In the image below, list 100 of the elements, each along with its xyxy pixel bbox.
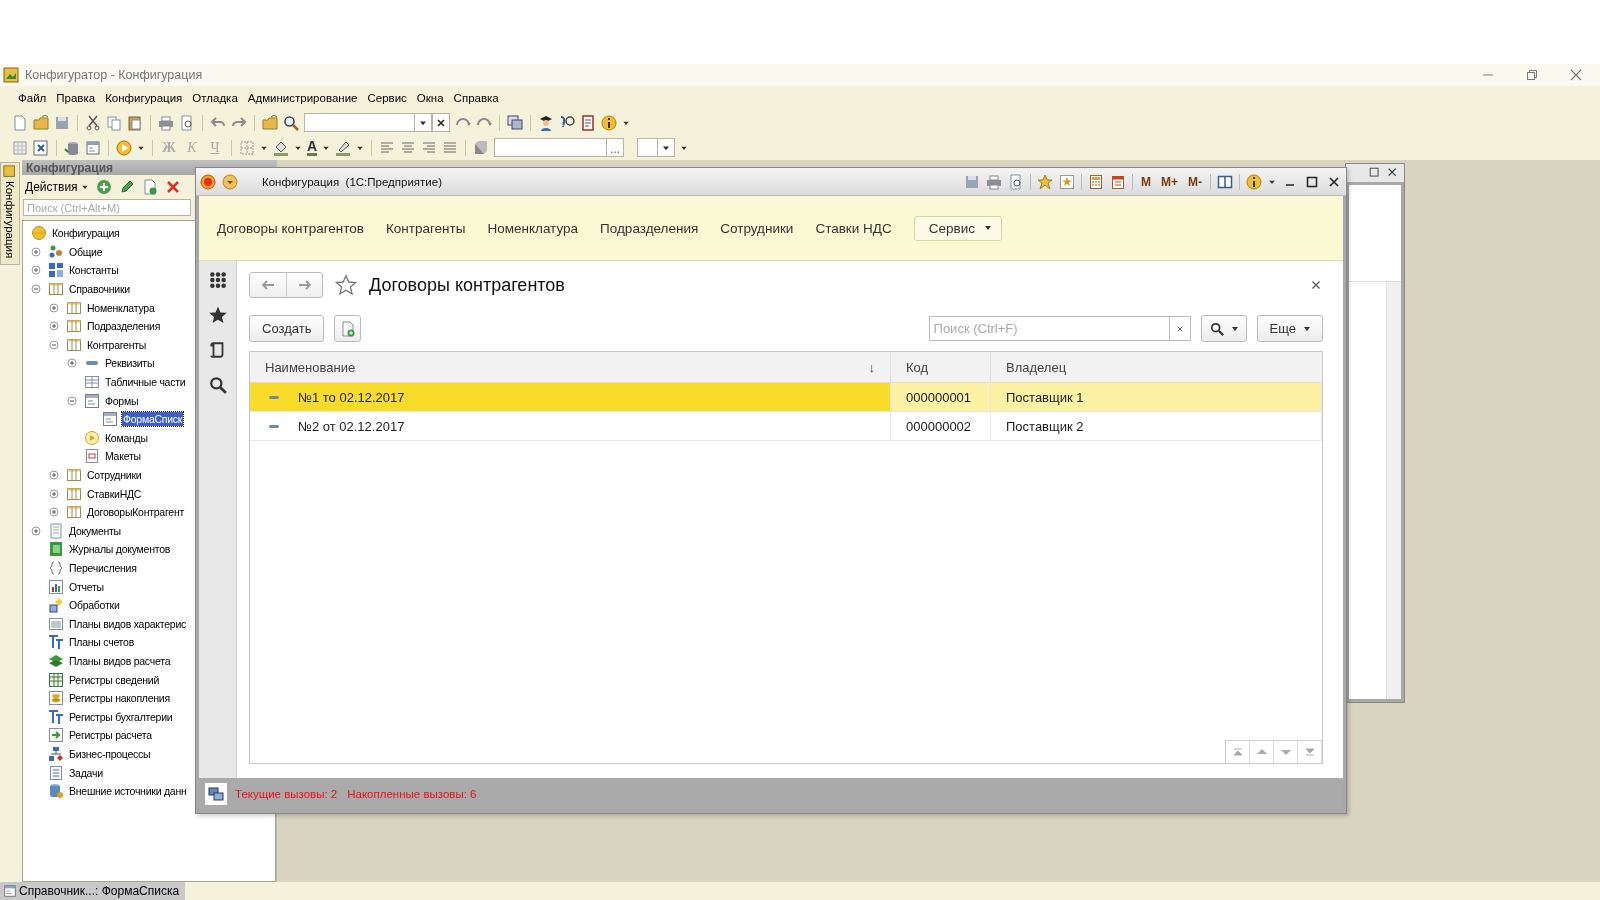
paint-bucket-icon[interactable] bbox=[273, 139, 289, 156]
panel-icon[interactable] bbox=[1217, 173, 1233, 190]
column-header[interactable]: Наименование ↓ bbox=[250, 352, 891, 382]
tree-item[interactable]: Номенклатура bbox=[86, 300, 156, 315]
tree-item[interactable]: Обработки bbox=[68, 598, 121, 613]
collapse-icon[interactable] bbox=[67, 395, 77, 406]
collapse-icon[interactable] bbox=[49, 339, 59, 350]
expand-icon[interactable] bbox=[49, 488, 59, 499]
menu-item[interactable]: Отладка bbox=[192, 92, 238, 104]
calculator-icon[interactable] bbox=[1088, 173, 1104, 190]
folder-icon[interactable] bbox=[33, 114, 49, 131]
expand-icon[interactable] bbox=[49, 470, 59, 480]
menu-item[interactable]: Администрирование bbox=[247, 92, 358, 104]
tree-item[interactable]: Формы bbox=[104, 393, 140, 408]
tree-item[interactable]: Регистры бухгалтерии bbox=[68, 709, 174, 724]
pencil-icon[interactable] bbox=[118, 179, 135, 195]
align-left-icon[interactable] bbox=[379, 139, 396, 156]
tree-item[interactable]: Конфигурация bbox=[51, 226, 121, 241]
section-link[interactable]: Договоры контрагентов bbox=[217, 220, 364, 236]
section-link[interactable]: Номенклатура bbox=[487, 220, 579, 236]
tree-item[interactable]: Планы счетов bbox=[68, 635, 135, 650]
table-edit-icon[interactable] bbox=[33, 139, 49, 156]
windows-icon[interactable] bbox=[507, 114, 523, 131]
scissors-icon[interactable] bbox=[85, 114, 101, 131]
justify-icon[interactable] bbox=[442, 139, 459, 156]
memory-button[interactable]: M- bbox=[1186, 174, 1204, 189]
tree-item[interactable]: Команды bbox=[104, 430, 149, 445]
expand-icon[interactable] bbox=[31, 246, 41, 257]
search-button[interactable] bbox=[1200, 315, 1247, 342]
tree-item[interactable]: Регистры расчета bbox=[68, 728, 153, 743]
expand-icon[interactable] bbox=[31, 525, 41, 536]
star-icon[interactable] bbox=[208, 306, 227, 324]
document-icon[interactable] bbox=[12, 114, 28, 131]
network-icon[interactable] bbox=[208, 786, 224, 802]
add-icon[interactable] bbox=[95, 179, 112, 195]
dropdown-button[interactable] bbox=[414, 113, 432, 132]
column-header[interactable]: Владелец bbox=[991, 352, 1322, 382]
delete-icon[interactable] bbox=[164, 179, 181, 195]
tree-item[interactable]: Планы видов расчета bbox=[68, 653, 172, 668]
expand-icon[interactable] bbox=[31, 265, 41, 276]
document-add-icon[interactable] bbox=[141, 179, 158, 195]
tree-item[interactable]: Внешние источники данн bbox=[68, 784, 188, 799]
search-icon[interactable] bbox=[208, 376, 227, 394]
preview-icon[interactable] bbox=[179, 114, 195, 131]
search-icon[interactable] bbox=[283, 114, 299, 131]
menu-button[interactable]: Сервис bbox=[913, 215, 1002, 241]
clear-button[interactable] bbox=[432, 113, 450, 132]
tree-item[interactable]: Сотрудники bbox=[86, 468, 143, 482]
sort-arrow[interactable]: ↓ bbox=[868, 359, 875, 375]
menu-item[interactable]: Сервис bbox=[367, 92, 407, 104]
tree-item[interactable]: Журналы документов bbox=[68, 542, 172, 557]
section-link[interactable]: Ставки НДС bbox=[815, 220, 892, 236]
font-color-button[interactable]: A bbox=[307, 139, 318, 156]
play-icon[interactable] bbox=[116, 139, 132, 156]
memory-button[interactable]: M bbox=[1139, 174, 1153, 189]
clipboard-icon[interactable] bbox=[127, 114, 143, 131]
menu-item[interactable]: Справка bbox=[453, 92, 499, 104]
apps-icon[interactable] bbox=[208, 271, 227, 289]
copy-icon[interactable] bbox=[106, 114, 122, 131]
tree-item[interactable]: Отчеты bbox=[68, 579, 105, 594]
tree-item[interactable]: Контрагенты bbox=[86, 337, 148, 352]
search-field[interactable]: Поиск (Ctrl+F) bbox=[928, 316, 1169, 341]
column-header[interactable]: Код bbox=[891, 352, 991, 382]
info-icon[interactable] bbox=[601, 114, 617, 131]
expand-icon[interactable] bbox=[67, 358, 77, 369]
printer-icon[interactable] bbox=[158, 114, 174, 131]
menu-icon[interactable] bbox=[222, 173, 238, 190]
search-combo[interactable] bbox=[304, 113, 414, 132]
tree-item[interactable]: Бизнес-процессы bbox=[68, 746, 152, 761]
tree-item[interactable]: Регистры сведений bbox=[68, 672, 160, 687]
tree-item[interactable]: Документы bbox=[68, 523, 122, 538]
star-icon[interactable] bbox=[335, 274, 357, 296]
align-right-icon[interactable] bbox=[421, 139, 438, 156]
section-link[interactable]: Подразделения bbox=[600, 220, 699, 236]
tree-item[interactable]: Табличные части bbox=[104, 375, 187, 390]
printer-icon[interactable] bbox=[986, 173, 1002, 190]
collapse-icon[interactable] bbox=[31, 284, 41, 295]
tree-item[interactable]: ФормаСписк bbox=[122, 412, 184, 427]
select-button[interactable]: ... bbox=[606, 138, 625, 157]
menu-item[interactable]: Конфигурация bbox=[105, 92, 183, 104]
tree-item[interactable]: Справочники bbox=[68, 282, 131, 297]
person-icon[interactable] bbox=[538, 114, 554, 131]
book-icon[interactable] bbox=[580, 114, 596, 131]
highlighter-icon[interactable] bbox=[335, 139, 352, 156]
copy-button[interactable] bbox=[334, 315, 362, 342]
form-icon[interactable] bbox=[85, 139, 101, 156]
text-field[interactable] bbox=[494, 138, 607, 157]
expand-icon[interactable] bbox=[49, 507, 59, 518]
preview-icon[interactable] bbox=[1008, 173, 1024, 190]
align-center-icon[interactable] bbox=[400, 139, 417, 156]
more-button[interactable]: Еще bbox=[1256, 315, 1323, 342]
menu-item[interactable]: Правка bbox=[56, 92, 96, 104]
side-tab[interactable]: Конфигурация bbox=[0, 162, 20, 266]
section-link[interactable]: Сотрудники bbox=[720, 220, 794, 236]
expand-icon[interactable] bbox=[49, 302, 59, 313]
memory-button[interactable]: M+ bbox=[1159, 174, 1180, 189]
expand-icon[interactable] bbox=[49, 321, 59, 332]
tree-item[interactable]: Перечисления bbox=[68, 561, 138, 575]
scrollbar[interactable] bbox=[1386, 282, 1401, 699]
tree-item[interactable]: Общие bbox=[68, 244, 104, 259]
